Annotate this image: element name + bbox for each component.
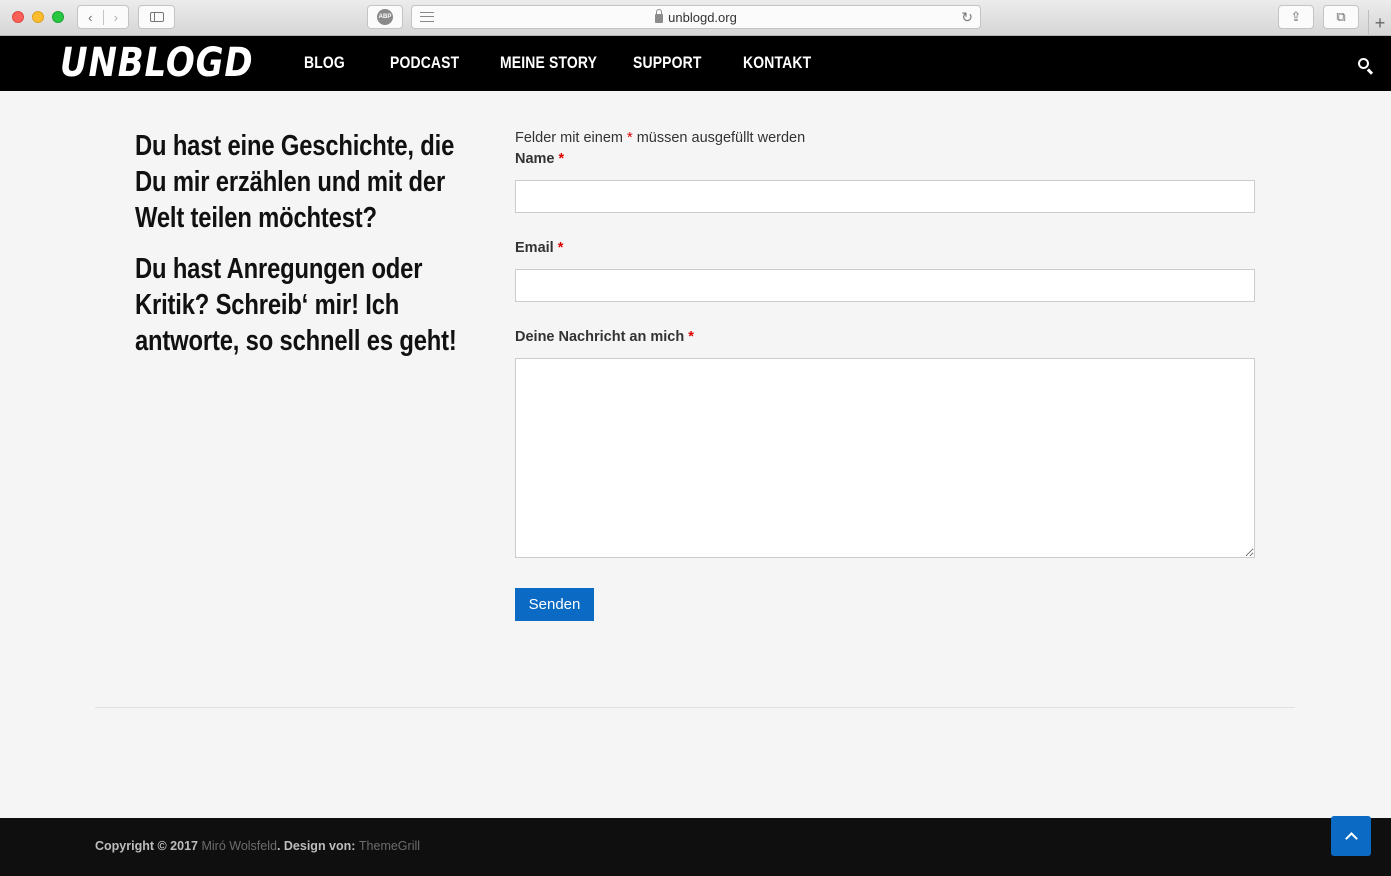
intro-paragraph-2: Du hast Anregungen oder Kritik? Schreib‘… [135, 253, 457, 357]
url-text: unblogd.org [668, 9, 737, 25]
show-tabs-button[interactable]: ⧉ [1323, 5, 1359, 29]
email-label: Email * [515, 240, 564, 256]
site-footer: Copyright © 2017 Miró Wolsfeld. Design v… [0, 818, 1391, 876]
scroll-to-top-button[interactable] [1331, 816, 1371, 856]
forward-button[interactable]: › [102, 9, 129, 25]
history-nav: ‹ › [77, 5, 129, 29]
email-field[interactable] [515, 269, 1255, 302]
intro-text: Du hast eine Geschichte, die Du mir erzä… [135, 128, 480, 374]
nav-item-podcast[interactable]: PODCAST [390, 53, 459, 73]
lock-icon [655, 8, 664, 23]
minimize-window-button[interactable] [32, 11, 44, 23]
adblock-button[interactable]: ABP [367, 5, 403, 29]
share-icon: ⇪ [1290, 9, 1302, 24]
new-tab-button[interactable]: + [1368, 10, 1391, 36]
sidebar-icon [149, 12, 164, 22]
author-link[interactable]: Miró Wolsfeld [201, 839, 276, 853]
zoom-window-button[interactable] [52, 11, 64, 23]
message-label: Deine Nachricht an mich * [515, 329, 694, 345]
message-field[interactable] [515, 358, 1255, 558]
nav-item-kontakt[interactable]: KONTAKT [743, 53, 811, 73]
back-button[interactable]: ‹ [78, 10, 103, 25]
nav-item-meine-story[interactable]: MEINE STORY [500, 53, 597, 73]
name-field[interactable] [515, 180, 1255, 213]
reload-icon[interactable]: ↻ [961, 9, 973, 26]
tabs-icon: ⧉ [1336, 9, 1346, 24]
address-bar[interactable]: unblogd.org ↻ [411, 5, 981, 29]
name-label: Name * [515, 151, 565, 167]
site-header: UNBLOGD BLOG PODCAST MEINE STORY SUPPORT… [0, 36, 1391, 91]
required-note: Felder mit einem * müssen ausgefüllt wer… [515, 130, 806, 146]
designer-link[interactable]: ThemeGrill [359, 839, 420, 853]
copyright-text: Copyright © 2017 Miró Wolsfeld. Design v… [95, 839, 421, 853]
share-button[interactable]: ⇪ [1278, 5, 1314, 29]
nav-item-support[interactable]: SUPPORT [633, 53, 702, 73]
browser-toolbar: ‹ › ABP unblogd.org ↻ ⇪ ⧉ + [0, 0, 1391, 36]
chevron-up-icon [1344, 832, 1358, 845]
close-window-button[interactable] [12, 11, 24, 23]
nav-item-blog[interactable]: BLOG [304, 53, 345, 73]
search-icon[interactable] [1358, 58, 1369, 69]
content-divider [95, 707, 1295, 708]
send-button[interactable]: Senden [515, 588, 594, 621]
site-logo[interactable]: UNBLOGD [60, 40, 253, 86]
reader-icon[interactable] [420, 12, 434, 22]
intro-paragraph-1: Du hast eine Geschichte, die Du mir erzä… [135, 130, 455, 234]
adblock-icon: ABP [377, 9, 393, 25]
sidebar-toggle-button[interactable] [138, 5, 175, 29]
